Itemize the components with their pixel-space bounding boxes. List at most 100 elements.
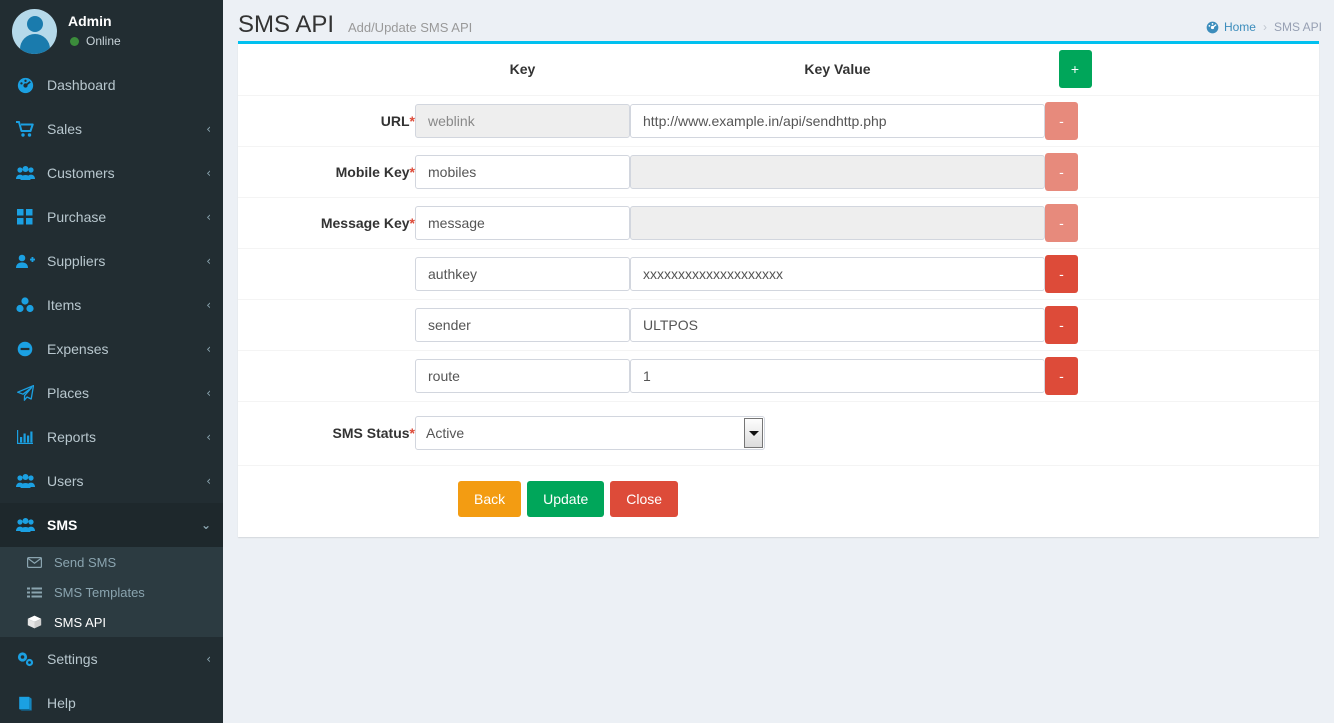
key-value-input[interactable] [630, 358, 1045, 393]
users-group-icon [14, 164, 36, 182]
spacer-cell [1105, 196, 1319, 248]
update-button[interactable]: Update [527, 481, 605, 517]
remove-row-button[interactable]: - [1045, 254, 1078, 293]
key-value-cell [630, 349, 1045, 401]
content-area: SMS API Add/Update SMS API Home › SMS AP… [223, 0, 1334, 723]
sidebar-item-settings[interactable]: Settings ‹ [0, 637, 223, 681]
sidebar-item-sms[interactable]: SMS ⌄ [0, 503, 223, 547]
sidebar-item-users[interactable]: Users ‹ [0, 459, 223, 503]
breadcrumb-home-link[interactable]: Home [1206, 20, 1256, 34]
breadcrumb-home-label: Home [1223, 20, 1256, 34]
sidebar-item-sms-templates[interactable]: SMS Templates [0, 577, 223, 607]
chevron-left-icon: ‹ [206, 430, 211, 444]
chevron-down-icon: ⌄ [200, 518, 211, 532]
chevron-left-icon: ‹ [206, 474, 211, 488]
table-header-row: Key Key Value + [238, 44, 1319, 95]
chevron-left-icon: ‹ [206, 254, 211, 268]
key-value-input[interactable] [630, 154, 1045, 189]
content-header: SMS API Add/Update SMS API Home › SMS AP… [223, 0, 1334, 42]
breadcrumb-current: SMS API [1273, 20, 1322, 34]
empty-header-cell [238, 44, 415, 95]
sms-status-select[interactable]: Active Inactive [415, 416, 765, 451]
remove-cell: - [1045, 94, 1105, 146]
sidebar-item-expenses[interactable]: Expenses ‹ [0, 327, 223, 371]
table-row: URL* - [238, 94, 1319, 146]
key-value-input[interactable] [630, 205, 1045, 240]
list-icon [24, 587, 44, 598]
sidebar-item-label: Reports [47, 429, 97, 445]
remove-row-button[interactable]: - [1045, 152, 1078, 191]
table-row: Mobile Key* - [238, 145, 1319, 197]
sidebar-item-suppliers[interactable]: Suppliers ‹ [0, 239, 223, 283]
sidebar-item-label: Settings [47, 651, 98, 667]
key-value-cell [630, 145, 1045, 197]
sidebar-item-help[interactable]: Help [0, 681, 223, 723]
sms-status-label-text: SMS Status [332, 425, 410, 442]
page-subtitle: Add/Update SMS API [347, 20, 473, 35]
remove-row-button[interactable]: - [1045, 356, 1078, 395]
sidebar-item-places[interactable]: Places ‹ [0, 371, 223, 415]
chevron-left-icon: ‹ [206, 342, 211, 356]
book-icon [14, 694, 36, 712]
sidebar-item-label: Places [47, 385, 90, 401]
sms-status-row: SMS Status* Active Inactive [238, 400, 1319, 465]
remove-cell: - [1045, 145, 1105, 197]
sidebar-item-label: Expenses [47, 341, 109, 357]
chevron-left-icon: ‹ [206, 298, 211, 312]
dashboard-icon [1206, 21, 1219, 34]
user-status: Online [68, 34, 121, 48]
remove-row-button[interactable]: - [1045, 101, 1078, 140]
key-value-cell [630, 94, 1045, 146]
key-input[interactable] [415, 358, 630, 393]
gears-icon [14, 650, 36, 668]
sidebar-item-label: Sales [47, 121, 83, 137]
column-header-key: Key [509, 61, 536, 78]
breadcrumb: Home › SMS API [1206, 20, 1322, 34]
row-label-text: Mobile Key [335, 163, 410, 180]
spacer-cell [1105, 349, 1319, 401]
cart-icon [14, 120, 36, 138]
sidebar-item-customers[interactable]: Customers ‹ [0, 151, 223, 195]
row-label: Message Key* [238, 196, 415, 248]
key-value-input[interactable] [630, 307, 1045, 342]
back-button[interactable]: Back [458, 481, 522, 517]
key-value-input[interactable] [630, 103, 1045, 138]
sidebar-item-reports[interactable]: Reports ‹ [0, 415, 223, 459]
key-cell [415, 298, 630, 350]
sidebar-item-dashboard[interactable]: Dashboard [0, 63, 223, 107]
sidebar-item-sms-api[interactable]: SMS API [0, 607, 223, 637]
key-input[interactable] [415, 256, 630, 291]
box-icon [24, 615, 44, 629]
key-cell [415, 247, 630, 299]
key-input[interactable] [415, 205, 630, 240]
row-label: Mobile Key* [238, 145, 415, 197]
key-input[interactable] [415, 307, 630, 342]
remove-row-button[interactable]: - [1045, 203, 1078, 242]
sidebar: Admin Online Dashboard Sales ‹ Customers… [0, 0, 223, 723]
remove-cell: - [1045, 196, 1105, 248]
close-button[interactable]: Close [610, 481, 679, 517]
sidebar-item-items[interactable]: Items ‹ [0, 283, 223, 327]
table-row: - [238, 247, 1319, 299]
row-label-text: Message Key [320, 214, 410, 231]
remove-cell: - [1045, 247, 1105, 299]
table-row: Message Key* - [238, 196, 1319, 248]
add-row-button[interactable]: + [1058, 50, 1092, 89]
sidebar-item-send-sms[interactable]: Send SMS [0, 547, 223, 577]
sidebar-item-purchase[interactable]: Purchase ‹ [0, 195, 223, 239]
cubes-icon [14, 296, 36, 314]
chevron-left-icon: ‹ [206, 166, 211, 180]
remove-row-button[interactable]: - [1045, 305, 1078, 344]
key-value-input[interactable] [630, 256, 1045, 291]
key-cell [415, 196, 630, 248]
sidebar-item-sales[interactable]: Sales ‹ [0, 107, 223, 151]
key-input[interactable] [415, 103, 630, 138]
key-input[interactable] [415, 154, 630, 189]
remove-cell: - [1045, 298, 1105, 350]
row-label [238, 247, 415, 299]
chevron-left-icon: ‹ [206, 122, 211, 136]
key-value-cell [630, 298, 1045, 350]
avatar [12, 9, 57, 54]
spacer-cell [1105, 145, 1319, 197]
sidebar-item-label: SMS [47, 517, 78, 533]
